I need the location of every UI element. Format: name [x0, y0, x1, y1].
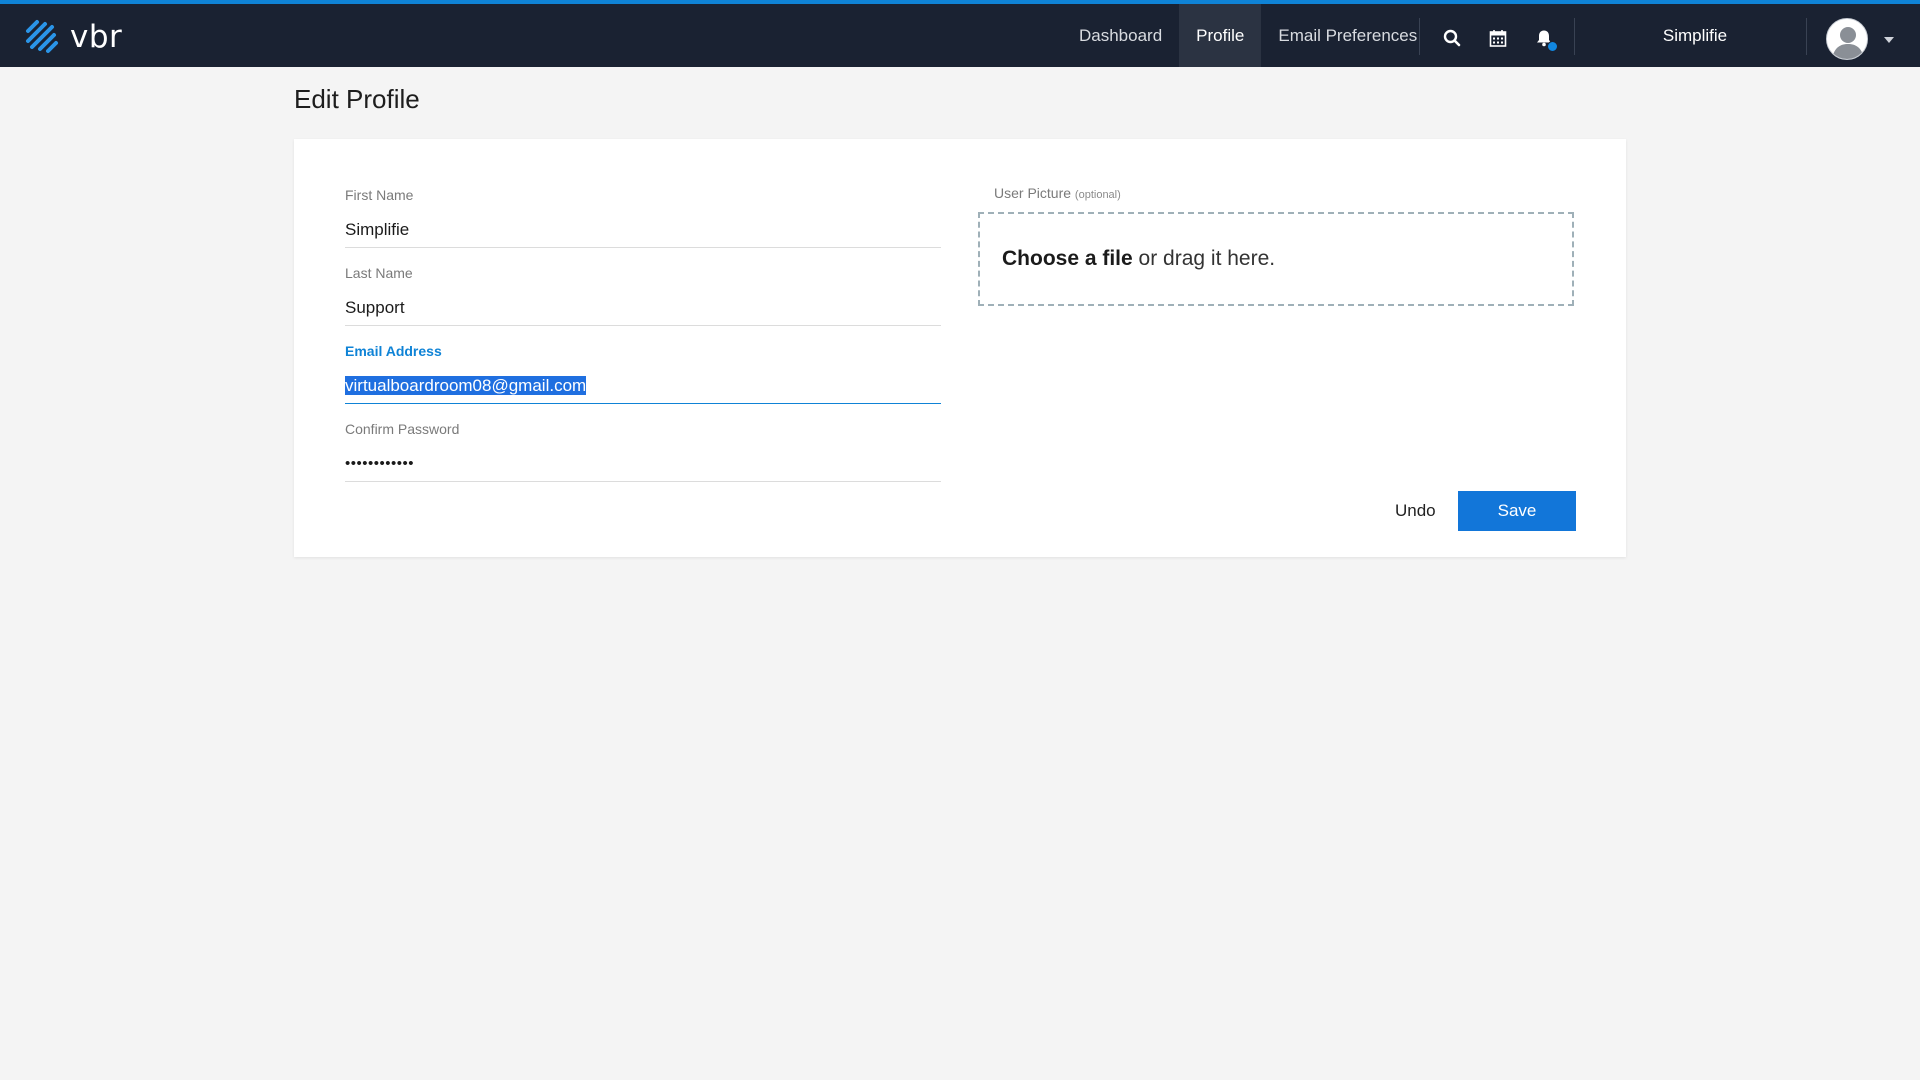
confirm-password-input[interactable]: ••••••••••••: [345, 453, 941, 482]
last-name-field: Last Name Support: [345, 265, 941, 326]
main-nav: Dashboard Profile Email Preferences: [1062, 4, 1434, 67]
user-picture-label-text: User Picture: [994, 185, 1072, 201]
vbr-logo-icon: [26, 20, 58, 53]
save-button[interactable]: Save: [1458, 491, 1576, 531]
last-name-input[interactable]: Support: [345, 297, 941, 326]
confirm-password-label: Confirm Password: [345, 421, 460, 437]
calendar-icon[interactable]: [1486, 26, 1510, 50]
file-dropzone[interactable]: Choose a file or drag it here.: [978, 212, 1574, 306]
user-avatar-icon: [1827, 19, 1867, 59]
optional-hint: (optional): [1074, 189, 1121, 201]
choose-file-link[interactable]: Choose a file: [1002, 247, 1133, 271]
user-picture-label: User Picture (optional): [994, 185, 1121, 201]
user-name[interactable]: Simplifie: [1605, 4, 1785, 67]
nav-item-profile[interactable]: Profile: [1179, 4, 1262, 67]
search-icon[interactable]: [1440, 26, 1464, 50]
confirm-password-field: Confirm Password ••••••••••••: [345, 421, 941, 482]
chevron-down-icon[interactable]: [1884, 37, 1894, 43]
bell-icon[interactable]: [1532, 26, 1558, 52]
email-label: Email Address: [345, 343, 442, 359]
first-name-field: First Name Simplifie: [345, 187, 941, 248]
vbr-logo[interactable]: vbr: [24, 18, 122, 56]
page-title: Edit Profile: [294, 84, 420, 114]
nav-item-email-preferences[interactable]: Email Preferences: [1261, 4, 1434, 67]
nav-divider: [1806, 18, 1807, 55]
email-selected-text: virtualboardroom08@gmail.com: [345, 376, 587, 395]
top-navigation-bar: vbr Dashboard Profile Email Preferences: [0, 0, 1920, 67]
avatar[interactable]: [1826, 18, 1868, 60]
nav-item-dashboard[interactable]: Dashboard: [1062, 4, 1179, 67]
brand-name: vbr: [70, 18, 123, 55]
nav-divider: [1419, 18, 1420, 55]
undo-button[interactable]: Undo: [1395, 501, 1436, 521]
notification-badge: [1547, 41, 1558, 52]
first-name-input[interactable]: Simplifie: [345, 219, 941, 248]
last-name-label: Last Name: [345, 265, 413, 281]
first-name-label: First Name: [345, 187, 414, 203]
email-field: Email Address virtualboardroom08@gmail.c…: [345, 343, 941, 404]
edit-profile-card: First Name Simplifie Last Name Support E…: [294, 139, 1626, 557]
email-input[interactable]: virtualboardroom08@gmail.com: [345, 375, 941, 404]
drag-hint: or drag it here.: [1132, 247, 1276, 270]
nav-divider: [1574, 18, 1575, 55]
